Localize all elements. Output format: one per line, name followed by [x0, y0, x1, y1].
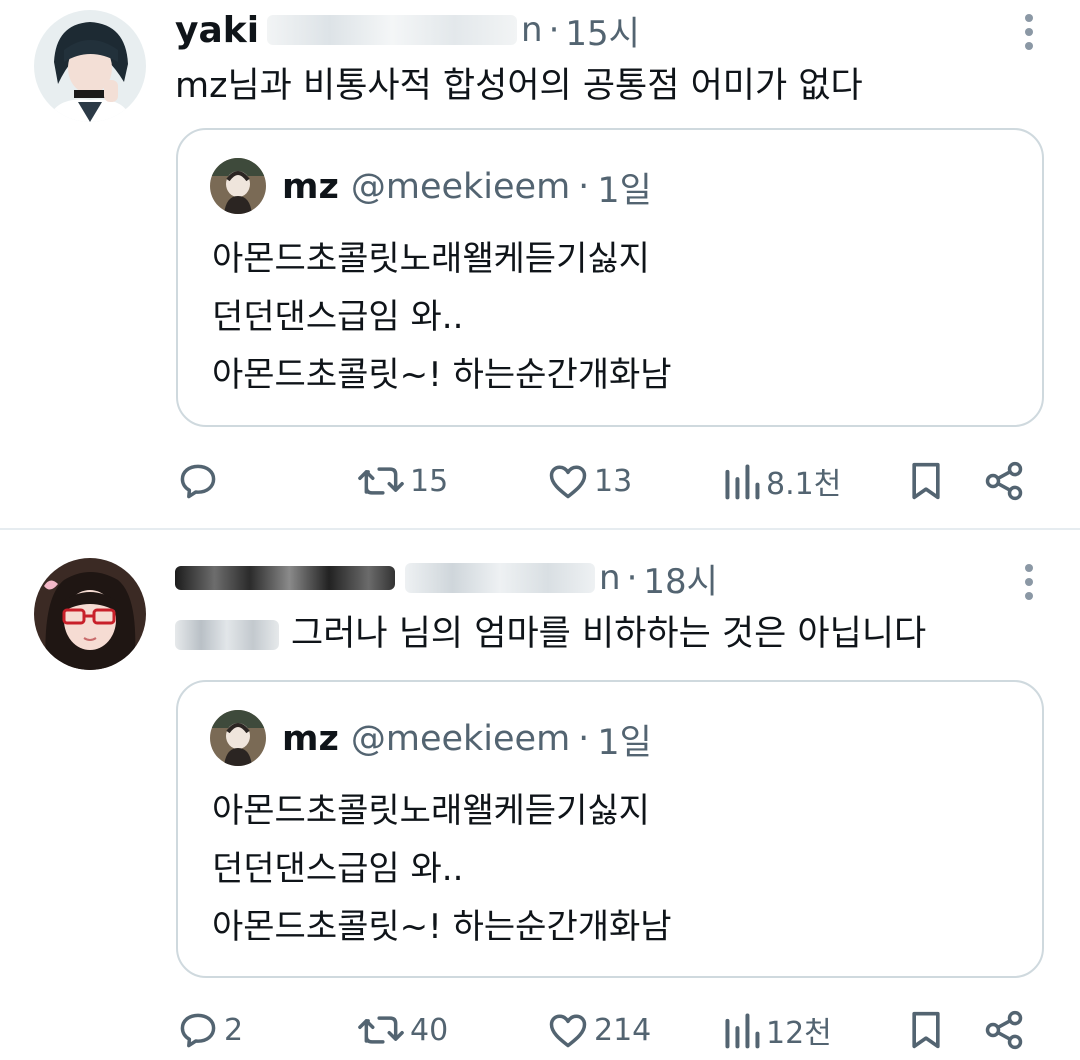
redacted-handle [267, 15, 518, 45]
share-icon [985, 1010, 1023, 1050]
views-icon [725, 464, 760, 500]
separator-dot: · [548, 10, 560, 50]
more-icon[interactable] [1022, 14, 1036, 50]
tweet-header: n · 18시 [175, 554, 718, 602]
quoted-text: 아몬드초콜릿노래왤케듣기싫지 던던댄스급임 와.. 아몬드초콜릿~! 하는순간개… [212, 230, 672, 404]
retweet-count: 40 [410, 1012, 449, 1048]
quoted-header: mz @meekieem · 1일 [282, 162, 652, 212]
quoted-text: 아몬드초콜릿노래왤케듣기싫지 던던댄스급임 와.. 아몬드초콜릿~! 하는순간개… [212, 782, 672, 956]
views-button[interactable]: 8.1천 [722, 451, 841, 511]
retweet-button[interactable]: 40 [356, 1000, 448, 1060]
quoted-line: 아몬드초콜릿~! 하는순간개화남 [212, 907, 672, 947]
views-icon [725, 1013, 760, 1049]
reply-icon [180, 1013, 216, 1048]
retweet-icon [358, 1016, 404, 1044]
quoted-line: 아몬드초콜릿~! 하는순간개화남 [212, 355, 672, 395]
quoted-author-name: mz [282, 167, 339, 207]
quoted-line: 아몬드초콜릿노래왤케듣기싫지 [212, 791, 650, 831]
reply-button[interactable] [176, 451, 224, 511]
quoted-time: 1일 [597, 722, 652, 763]
separator-dot: · [626, 558, 638, 598]
avatar[interactable] [34, 558, 146, 670]
author-handle[interactable]: n [599, 558, 621, 598]
separator-dot: · [578, 167, 590, 207]
reply-button[interactable]: 2 [176, 1000, 243, 1060]
redacted-handle [405, 563, 595, 593]
bookmark-icon [912, 1011, 940, 1049]
views-count: 8.1천 [766, 467, 842, 502]
quoted-avatar [210, 710, 266, 766]
bookmark-button[interactable] [906, 451, 946, 511]
more-icon[interactable] [1022, 564, 1036, 600]
share-button[interactable] [982, 1000, 1026, 1060]
quoted-author-handle: @meekieem [350, 167, 571, 207]
action-bar: 2 40 214 12천 [0, 1000, 1080, 1060]
share-button[interactable] [982, 451, 1026, 511]
tweet-text-content: 그러나 님의 엄마를 비하하는 것은 아닙니다 [291, 614, 927, 654]
retweet-count: 15 [410, 463, 449, 499]
quoted-header: mz @meekieem · 1일 [282, 714, 652, 764]
like-button[interactable]: 13 [546, 451, 632, 511]
like-button[interactable]: 214 [546, 1000, 651, 1060]
heart-icon [549, 465, 587, 499]
author-handle[interactable]: n [521, 10, 543, 50]
quoted-tweet[interactable]: mz @meekieem · 1일 아몬드초콜릿노래왤케듣기싫지 던던댄스급임 … [176, 128, 1044, 427]
retweet-icon [358, 467, 404, 495]
author-name[interactable]: yaki [175, 10, 259, 51]
quoted-author-name: mz [282, 719, 339, 759]
tweet-time[interactable]: 18시 [643, 554, 718, 603]
tweet-text: mz님과 비통사적 합성어의 공통점 어미가 없다 [175, 66, 863, 106]
tweet[interactable]: n · 18시 그러나 님의 엄마를 비하하는 것은 아닙니다 mz @meek… [0, 530, 1080, 1054]
heart-icon [549, 1014, 587, 1048]
quoted-avatar [210, 158, 266, 214]
tweet-text: 그러나 님의 엄마를 비하하는 것은 아닙니다 [175, 610, 926, 658]
tweet[interactable]: yaki n · 15시 mz님과 비통사적 합성어의 공통점 어미가 없다 m… [0, 0, 1080, 528]
bookmark-button[interactable] [906, 1000, 946, 1060]
share-icon [985, 461, 1023, 501]
quoted-line: 던던댄스급임 와.. [212, 849, 464, 889]
avatar[interactable] [34, 10, 146, 122]
redacted-author [175, 566, 395, 590]
separator-dot: · [578, 719, 590, 759]
like-count: 214 [594, 1012, 652, 1048]
quoted-line: 아몬드초콜릿노래왤케듣기싫지 [212, 239, 650, 279]
quoted-line: 던던댄스급임 와.. [212, 297, 464, 337]
tweet-header: yaki n · 15시 [175, 6, 640, 54]
like-count: 13 [594, 463, 633, 499]
retweet-button[interactable]: 15 [356, 451, 448, 511]
tweet-time[interactable]: 15시 [565, 6, 640, 55]
redacted-mention [175, 620, 279, 650]
bookmark-icon [912, 462, 940, 500]
quoted-tweet[interactable]: mz @meekieem · 1일 아몬드초콜릿노래왤케듣기싫지 던던댄스급임 … [176, 680, 1044, 978]
views-count: 12천 [766, 1016, 832, 1051]
quoted-time: 1일 [597, 170, 652, 211]
reply-icon [180, 464, 216, 499]
views-button[interactable]: 12천 [722, 1000, 832, 1060]
quoted-author-handle: @meekieem [350, 719, 571, 759]
action-bar: 15 13 8.1천 [0, 451, 1080, 511]
reply-count: 2 [224, 1012, 244, 1048]
